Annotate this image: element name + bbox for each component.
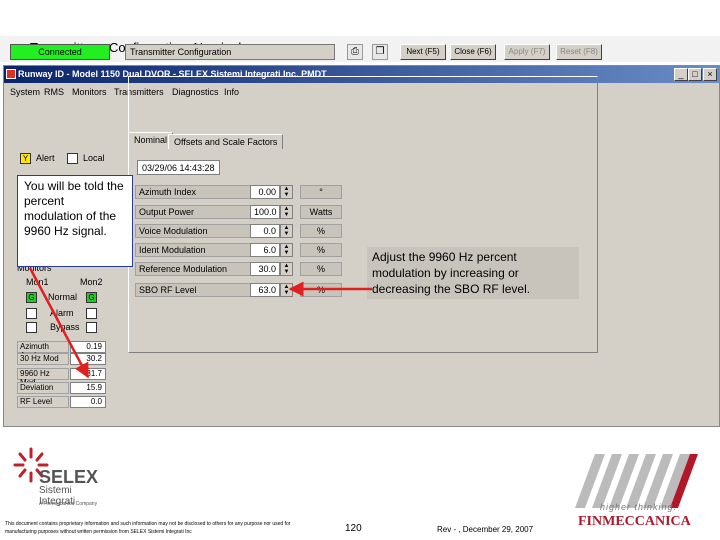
finmeccanica-tagline: higher thinking. <box>600 502 678 512</box>
disclaimer: This document contains proprietary infor… <box>5 521 291 535</box>
finmeccanica-wordmark: FINMECCANICA <box>578 514 691 529</box>
selex-logo: SELEX Sistemi Integrati A Finmeccanica C… <box>11 445 101 515</box>
finmeccanica-graphic <box>570 450 715 510</box>
page-number: 120 <box>345 523 362 534</box>
arrow-to-9960-reading <box>28 267 90 379</box>
revision-date: Rev - , December 29, 2007 <box>437 525 534 534</box>
finmeccanica-logo: higher thinking. FINMECCANICA <box>570 450 715 535</box>
selex-tagline: A Finmeccanica Company <box>39 501 98 507</box>
